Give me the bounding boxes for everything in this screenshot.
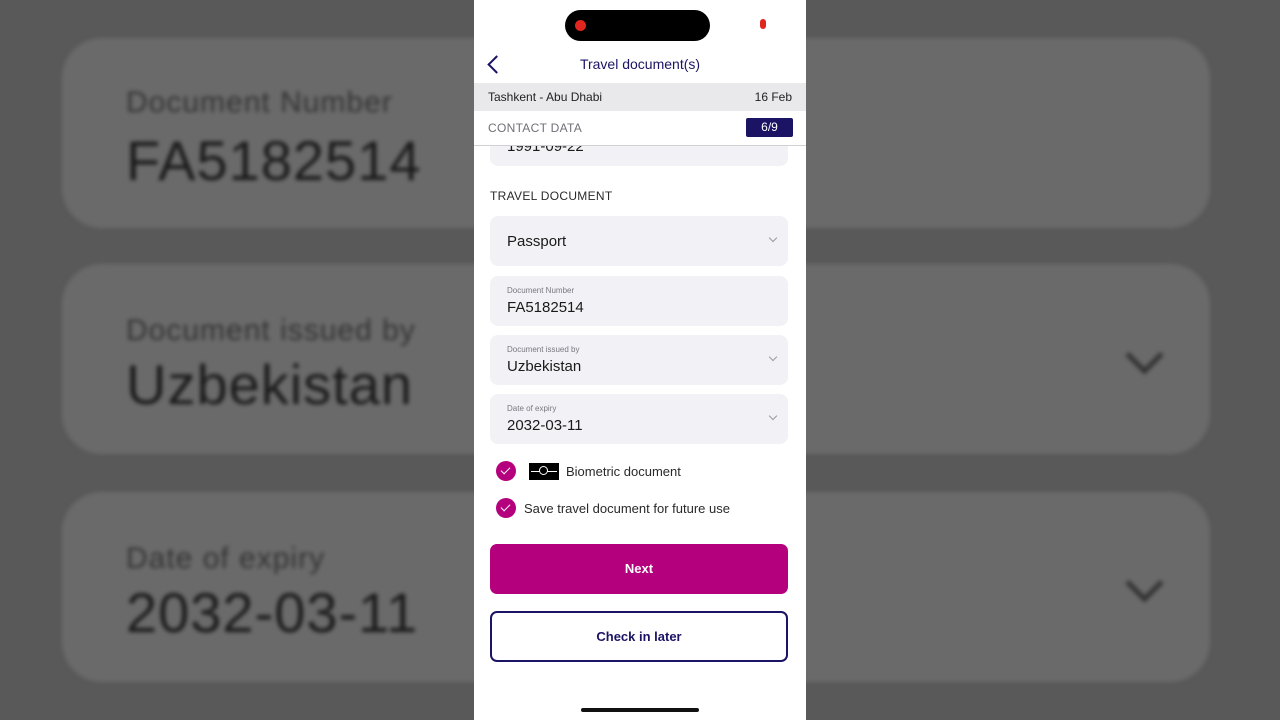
check-in-later-button[interactable]: Check in later <box>490 611 788 662</box>
chevron-down-icon <box>1125 336 1164 375</box>
bg-value: FA5182514 <box>126 129 422 192</box>
recording-dot-icon <box>575 20 586 31</box>
chevron-down-icon <box>768 233 778 243</box>
travel-document-heading: TRAVEL DOCUMENT <box>490 189 613 203</box>
bg-value: Uzbekistan <box>126 353 414 416</box>
biometric-passport-icon <box>529 463 559 480</box>
save-document-row: Save travel document for future use <box>496 498 786 520</box>
chevron-down-icon <box>1125 564 1164 603</box>
bg-label: Document issued by <box>126 314 416 347</box>
dynamic-island <box>565 10 710 41</box>
biometric-label: Biometric document <box>566 464 681 479</box>
bg-label: Date of expiry <box>126 542 326 575</box>
issued-by-value: Uzbekistan <box>507 358 582 375</box>
date-of-expiry-field[interactable]: Date of expiry 2032-03-11 <box>490 394 788 444</box>
document-type-select[interactable]: Passport <box>490 216 788 266</box>
save-document-label: Save travel document for future use <box>524 501 730 516</box>
checkmark-icon <box>500 501 511 512</box>
date-of-expiry-label: Date of expiry <box>507 404 557 413</box>
navigation-bar: Travel document(s) <box>474 48 806 82</box>
phone-screen: Travel document(s) Tashkent - Abu Dhabi … <box>474 0 806 720</box>
document-type-value: Passport <box>507 233 567 250</box>
recording-indicator-icon <box>760 19 766 29</box>
route-bar: Tashkent - Abu Dhabi 16 Feb <box>474 83 806 111</box>
document-number-field[interactable]: Document Number FA5182514 <box>490 276 788 326</box>
biometric-checkbox[interactable] <box>496 461 516 481</box>
chevron-down-icon <box>768 411 778 421</box>
home-indicator[interactable] <box>581 708 699 712</box>
date-of-expiry-value: 2032-03-11 <box>507 417 583 434</box>
issued-by-select[interactable]: Document issued by Uzbekistan <box>490 335 788 385</box>
document-number-value: FA5182514 <box>507 299 584 316</box>
biometric-row: Biometric document <box>496 461 786 483</box>
section-label: CONTACT DATA <box>488 121 583 135</box>
step-badge: 6/9 <box>746 118 793 137</box>
checkmark-icon <box>500 464 511 475</box>
bg-label: Document Number <box>126 86 393 119</box>
issued-by-label: Document issued by <box>507 345 580 354</box>
route-label: Tashkent - Abu Dhabi <box>488 90 603 104</box>
status-bar <box>474 0 806 48</box>
chevron-down-icon <box>768 352 778 362</box>
document-number-label: Document Number <box>507 286 575 295</box>
page-title: Travel document(s) <box>579 56 701 72</box>
section-header: CONTACT DATA 6/9 <box>474 111 806 146</box>
route-date: 16 Feb <box>754 90 792 104</box>
save-document-checkbox[interactable] <box>496 498 516 518</box>
next-button[interactable]: Next <box>490 544 788 594</box>
bg-value: 2032-03-11 <box>126 581 419 644</box>
